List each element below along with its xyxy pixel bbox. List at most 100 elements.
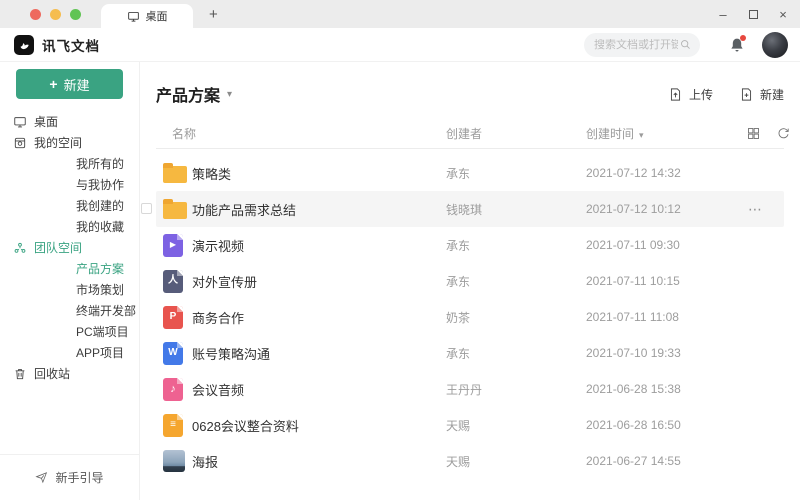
sidebar-item-pc-project[interactable]: PC端项目 (0, 321, 139, 342)
titlebar: 桌面 + – × (0, 0, 800, 28)
file-icon-cell (156, 450, 192, 472)
file-icon-cell: W (156, 342, 192, 365)
new-tab-button[interactable]: + (209, 6, 218, 23)
notifications-button[interactable] (728, 36, 746, 54)
file-created-time: 2021-07-10 19:33 (586, 346, 746, 360)
sidebar-item-created-by-me[interactable]: 我创建的 (0, 195, 139, 216)
paper-plane-icon (35, 471, 48, 484)
search-input[interactable] (594, 39, 678, 51)
sidebar-item-trash[interactable]: 回收站 (0, 363, 139, 384)
sidebar-item-app-project[interactable]: APP项目 (0, 342, 139, 363)
avatar[interactable] (762, 32, 788, 58)
plus-icon: + (49, 76, 57, 92)
pdf-icon: 人 (163, 270, 183, 293)
sidebar-item-all-mine[interactable]: 我所有的 (0, 153, 139, 174)
more-actions-button[interactable]: ⋯ (746, 201, 784, 218)
table-row[interactable]: 功能产品需求总结 钱晓琪 2021-07-12 10:12 ⋯ (156, 191, 784, 227)
image-icon (163, 450, 185, 472)
team-icon (13, 241, 27, 255)
column-creator[interactable]: 创建者 (446, 125, 586, 142)
file-created-time: 2021-06-28 16:50 (586, 418, 746, 432)
traffic-lights (0, 0, 95, 28)
minimize-button[interactable]: – (716, 7, 730, 21)
file-icon-cell: P (156, 306, 192, 329)
sidebar-item-terminal-dev[interactable]: 终端开发部 (0, 300, 139, 321)
sidebar: + 新建 桌面 我的空间 我所有的 与我协作 我创建的 我的收藏 团队空间 产品… (0, 62, 140, 500)
minimize-traffic-light[interactable] (50, 9, 61, 20)
file-created-time: 2021-06-28 15:38 (586, 382, 746, 396)
sidebar-footer: 新手引导 (0, 444, 139, 500)
tab-desktop[interactable]: 桌面 (101, 4, 193, 28)
folder-icon (163, 202, 187, 219)
sidebar-item-product-plan[interactable]: 产品方案 (0, 258, 139, 279)
sidebar-item-team-space[interactable]: 团队空间 (0, 237, 139, 258)
app-logo-icon (14, 35, 34, 55)
sidebar-item-favorites[interactable]: 我的收藏 (0, 216, 139, 237)
trash-icon (13, 367, 27, 381)
file-creator: 承东 (446, 237, 586, 254)
file-creator: 天赐 (446, 453, 586, 470)
sidebar-item-shared-with-me[interactable]: 与我协作 (0, 174, 139, 195)
window-controls: – × (716, 0, 790, 28)
file-created-time: 2021-07-12 14:32 (586, 166, 746, 180)
close-traffic-light[interactable] (30, 9, 41, 20)
table-row[interactable]: W 账号策略沟通 承东 2021-07-10 19:33 (156, 335, 784, 371)
file-created-time: 2021-07-11 09:30 (586, 238, 746, 252)
sidebar-menu: 桌面 我的空间 我所有的 与我协作 我创建的 我的收藏 团队空间 产品方案 市场… (0, 111, 139, 384)
notification-badge (740, 35, 746, 41)
search-box[interactable] (584, 33, 700, 57)
table-row[interactable]: 海报 天赐 2021-06-27 14:55 (156, 443, 784, 479)
file-name: 账号策略沟通 (192, 344, 446, 363)
create-button[interactable]: 新建 (739, 86, 784, 103)
maximize-icon (749, 10, 758, 19)
audio-icon: ♪ (163, 378, 183, 401)
file-icon-cell: 人 (156, 270, 192, 293)
new-document-button[interactable]: + 新建 (16, 69, 123, 99)
file-name: 演示视频 (192, 236, 446, 255)
table-header: 名称 创建者 创建时间▾ (156, 118, 784, 148)
file-creator: 王丹丹 (446, 381, 586, 398)
close-button[interactable]: × (776, 7, 790, 21)
file-list: 策略类 承东 2021-07-12 14:32 功能产品需求总结 钱晓琪 202… (156, 149, 784, 479)
folder-icon (163, 166, 187, 183)
main-content: 产品方案 ▾ 上传 新建 名称 创建者 创建时间▾ (140, 62, 800, 500)
file-creator: 钱晓琪 (446, 201, 586, 218)
sidebar-item-marketing[interactable]: 市场策划 (0, 279, 139, 300)
column-name[interactable]: 名称 (156, 125, 446, 142)
file-creator: 承东 (446, 345, 586, 362)
column-created[interactable]: 创建时间▾ (586, 125, 746, 142)
grid-view-icon[interactable] (746, 126, 761, 141)
table-row[interactable]: ♪ 会议音频 王丹丹 2021-06-28 15:38 (156, 371, 784, 407)
maximize-button[interactable] (746, 7, 760, 21)
page-title: 产品方案 (156, 82, 220, 106)
upload-icon (668, 87, 683, 102)
file-name: 策略类 (192, 164, 446, 183)
table-row[interactable]: ≡ 0628会议整合资料 天赐 2021-06-28 16:50 (156, 407, 784, 443)
file-name: 会议音频 (192, 380, 446, 399)
app-name: 讯飞文档 (42, 35, 100, 55)
row-checkbox[interactable] (141, 203, 152, 214)
file-name: 商务合作 (192, 308, 446, 327)
appbar: 讯飞文档 (0, 28, 800, 62)
file-name: 对外宣传册 (192, 272, 446, 291)
sidebar-item-desktop[interactable]: 桌面 (0, 111, 139, 132)
zoom-traffic-light[interactable] (70, 9, 81, 20)
file-created-time: 2021-06-27 14:55 (586, 454, 746, 468)
file-creator: 承东 (446, 165, 586, 182)
chevron-down-icon[interactable]: ▾ (227, 89, 232, 100)
beginner-guide-button[interactable]: 新手引导 (0, 469, 139, 486)
search-icon (679, 38, 692, 51)
ppt-icon: P (163, 306, 183, 329)
sidebar-item-my-space[interactable]: 我的空间 (0, 132, 139, 153)
table-row[interactable]: P 商务合作 奶茶 2021-07-11 11:08 (156, 299, 784, 335)
file-icon-cell: ▶ (156, 234, 192, 257)
new-document-icon (739, 87, 754, 102)
table-row[interactable]: 人 对外宣传册 承东 2021-07-11 10:15 (156, 263, 784, 299)
word-icon: W (163, 342, 183, 365)
refresh-icon[interactable] (776, 126, 791, 141)
sort-caret-icon: ▾ (639, 130, 644, 140)
upload-button[interactable]: 上传 (668, 86, 713, 103)
box-icon (13, 136, 27, 150)
table-row[interactable]: ▶ 演示视频 承东 2021-07-11 09:30 (156, 227, 784, 263)
table-row[interactable]: 策略类 承东 2021-07-12 14:32 (156, 155, 784, 191)
